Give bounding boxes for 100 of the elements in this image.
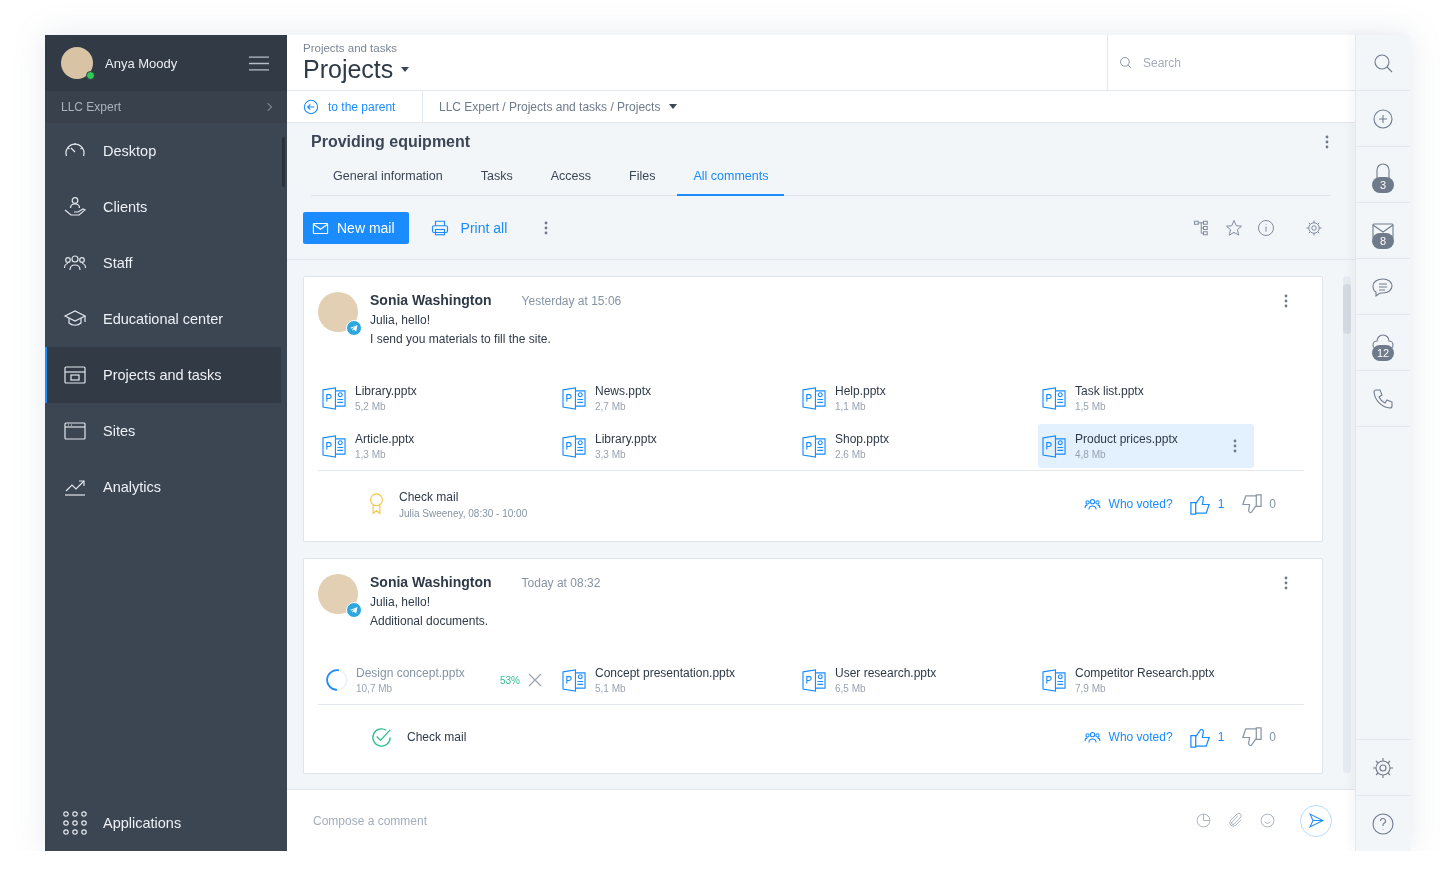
comment-text: I send you materials to fill the site. (370, 332, 552, 346)
file-name: Library.pptx (595, 432, 658, 446)
file-attachment[interactable]: Library.pptx 3,3 Mb (558, 424, 798, 468)
comment-time: Today at 08:32 (521, 576, 601, 590)
nav-item[interactable]: Clients (45, 179, 281, 235)
check-circle-icon (370, 725, 393, 749)
nav-item[interactable]: Sites (45, 403, 281, 459)
presentation-file-icon (802, 386, 827, 410)
section-label: Projects and tasks (303, 42, 398, 54)
send-icon (1307, 812, 1325, 829)
menu-icon (249, 55, 269, 71)
user-name: Anya Moody (105, 55, 179, 71)
search-icon (1118, 55, 1133, 70)
file-attachment[interactable]: Product prices.pptx 4,8 Mb (1038, 424, 1254, 468)
who-voted-link[interactable]: Who voted? (1083, 495, 1173, 513)
like-button[interactable]: 1 (1188, 725, 1225, 749)
paper-plane-icon (346, 320, 362, 336)
paperclip-icon[interactable] (1227, 812, 1244, 829)
file-name: Library.pptx (355, 384, 418, 398)
settings-icon[interactable] (1305, 219, 1323, 237)
file-name: Design concept.pptx (356, 666, 466, 680)
file-size: 3,3 Mb (595, 449, 627, 460)
file-attachment[interactable]: Help.pptx 1,1 Mb (798, 376, 1038, 420)
menu-button[interactable] (249, 55, 269, 71)
paper-plane-icon (346, 602, 362, 618)
count-badge: 3 (1372, 177, 1394, 193)
more-icon (1325, 135, 1329, 149)
rail-button[interactable]: 8 (1356, 203, 1410, 259)
file-size: 4,8 Mb (1075, 449, 1107, 460)
file-name: Product prices.pptx (1075, 432, 1179, 446)
file-attachment[interactable]: Competitor Research.pptx 7,9 Mb (1038, 658, 1278, 702)
tab[interactable]: General information (317, 161, 459, 196)
nav-item[interactable]: Analytics (45, 459, 281, 515)
nav-item[interactable]: Desktop (45, 123, 281, 179)
comment-text: Julia, hello! (370, 313, 432, 327)
pie-chart-icon[interactable] (1195, 812, 1212, 829)
file-size: 1,3 Mb (355, 449, 387, 460)
file-attachment[interactable]: Shop.pptx 2,6 Mb (798, 424, 1038, 468)
help-icon (1371, 811, 1395, 836)
browser-window-icon (63, 419, 87, 443)
file-size: 6,5 Mb (835, 683, 867, 694)
applications-item[interactable]: Applications (45, 795, 287, 851)
file-name: Competitor Research.pptx (1075, 666, 1216, 680)
chevron-right-icon (267, 102, 273, 112)
like-button[interactable]: 1 (1188, 492, 1225, 516)
scrollbar[interactable] (1343, 276, 1351, 773)
upload-percent: 53% (500, 674, 520, 686)
hand-icon (63, 195, 87, 219)
file-attachment[interactable]: Library.pptx 5,2 Mb (318, 376, 558, 420)
file-attachment[interactable]: Task list.pptx 1,5 Mb (1038, 376, 1278, 420)
count-badge: 8 (1372, 233, 1394, 249)
printer-icon (430, 219, 449, 237)
tab[interactable]: Files (613, 161, 672, 196)
grid-icon (63, 811, 87, 835)
author-name: Sonia Washington (370, 574, 492, 590)
tab[interactable]: Tasks (464, 161, 529, 196)
info-icon[interactable] (1257, 219, 1275, 237)
caret-icon (401, 67, 410, 72)
smiley-icon[interactable] (1259, 812, 1276, 829)
close-icon (528, 673, 542, 687)
rail-button[interactable]: 12 (1356, 315, 1410, 371)
hierarchy-icon[interactable] (1193, 219, 1211, 237)
star-icon[interactable] (1225, 219, 1243, 237)
organization-switcher[interactable]: LLC Expert (45, 91, 287, 123)
file-attachment[interactable]: User research.pptx 6,5 Mb (798, 658, 1038, 702)
breadcrumb-dropdown[interactable]: LLC Expert / Projects and tasks / Projects (423, 99, 678, 114)
plus-icon (1371, 106, 1395, 131)
file-size: 7,9 Mb (1075, 683, 1107, 694)
nav-item[interactable]: Educational center (45, 291, 281, 347)
file-size: 1,1 Mb (835, 401, 867, 412)
task-title[interactable]: Check mail (399, 489, 528, 504)
presentation-file-icon (802, 668, 827, 692)
file-size: 10,7 Mb (356, 683, 394, 694)
thumbs-down-icon (1240, 492, 1264, 516)
task-detail: Julia Sweeney, 08:30 - 10:00 (399, 507, 528, 519)
file-attachment[interactable]: News.pptx 2,7 Mb (558, 376, 798, 420)
tab[interactable]: Access (534, 161, 608, 196)
rail-button[interactable]: 3 (1356, 147, 1410, 203)
presentation-file-icon (562, 434, 587, 458)
who-voted-link[interactable]: Who voted? (1083, 728, 1173, 746)
nav-item[interactable]: Staff (45, 235, 281, 291)
file-size: 5,2 Mb (355, 401, 387, 412)
presentation-file-icon (562, 668, 587, 692)
count-badge: 12 (1372, 345, 1394, 361)
file-name: Help.pptx (835, 384, 887, 398)
caret-icon (669, 104, 678, 109)
file-name: Shop.pptx (835, 432, 891, 446)
file-attachment[interactable]: Concept presentation.pptx 5,1 Mb (558, 658, 798, 702)
file-name: User research.pptx (835, 666, 938, 680)
presentation-file-icon (322, 386, 347, 410)
file-attachment[interactable]: Article.pptx 1,3 Mb (318, 424, 558, 468)
author-name: Sonia Washington (370, 292, 492, 308)
file-size: 2,6 Mb (835, 449, 867, 460)
thumbs-down-icon (1240, 725, 1264, 749)
nav-item[interactable]: Projects and tasks (45, 347, 281, 403)
comment-time: Yesterday at 15:06 (521, 294, 622, 308)
page-title-dropdown[interactable]: Projects (303, 55, 410, 84)
more-icon (1233, 439, 1237, 453)
task-title[interactable]: Check mail (407, 730, 467, 744)
cancel-button[interactable] (528, 673, 542, 687)
